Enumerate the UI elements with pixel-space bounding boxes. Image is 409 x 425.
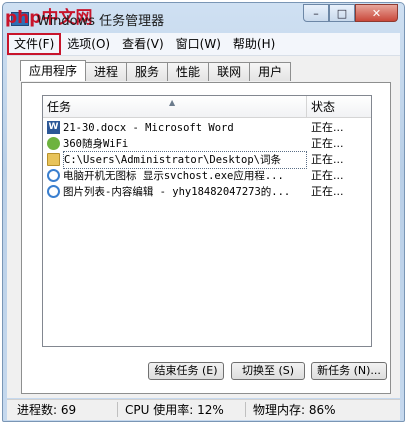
menu-window[interactable]: 窗口(W): [170, 34, 227, 54]
menu-bar: 文件(F) 选项(O) 查看(V) 窗口(W) 帮助(H): [7, 33, 400, 56]
list-header: 任务 ▲ 状态: [43, 96, 371, 118]
list-item[interactable]: 360随身WiFi 正在...: [43, 136, 371, 152]
folder-icon: [47, 153, 60, 166]
column-task[interactable]: 任务 ▲: [43, 96, 307, 117]
ie-icon: [47, 185, 60, 198]
menu-file[interactable]: 文件(F): [7, 33, 62, 55]
end-task-button[interactable]: 结束任务 (E): [148, 362, 224, 380]
tab-strip: 应用程序 进程 服务 性能 联网 用户: [20, 60, 292, 82]
close-button[interactable]: ✕: [355, 4, 398, 22]
status-divider: [245, 402, 246, 417]
menu-options[interactable]: 选项(O): [61, 34, 116, 54]
menu-view[interactable]: 查看(V): [116, 34, 170, 54]
tab-performance[interactable]: 性能: [167, 62, 210, 81]
new-task-button[interactable]: 新任务 (N)...: [311, 362, 387, 380]
tab-services[interactable]: 服务: [126, 62, 169, 81]
task-list[interactable]: 任务 ▲ 状态 W 21-30.docx - Microsoft Word 正在…: [42, 95, 372, 347]
task-status: 正在...: [311, 153, 344, 166]
status-divider: [117, 402, 118, 417]
list-item[interactable]: 图片列表-内容编辑 - yhy18482047273的... 正在...: [43, 184, 371, 200]
list-item[interactable]: C:\Users\Administrator\Desktop\词条 正在...: [43, 151, 371, 169]
caption-buttons: – □ ✕: [303, 4, 398, 23]
action-buttons: 结束任务 (E) 切换至 (S) 新任务 (N)...: [22, 362, 390, 380]
tab-applications[interactable]: 应用程序: [20, 60, 87, 81]
task-status: 正在...: [311, 137, 344, 150]
word-icon: W: [47, 121, 60, 134]
column-task-label: 任务: [47, 100, 72, 114]
ie-icon: [47, 169, 60, 182]
maximize-button[interactable]: □: [329, 4, 355, 22]
column-status[interactable]: 状态: [307, 96, 371, 117]
sort-ascending-icon: ▲: [169, 98, 176, 107]
tab-users[interactable]: 用户: [249, 62, 292, 81]
tab-networking[interactable]: 联网: [208, 62, 251, 81]
list-item[interactable]: 电脑开机无图标 显示svchost.exe应用程... 正在...: [43, 168, 371, 184]
task-manager-window: php中文网 Windows 任务管理器 – □ ✕ 文件(F) 选项(O) 查…: [2, 2, 405, 422]
task-name: 图片列表-内容编辑 - yhy18482047273的...: [63, 186, 291, 198]
window-title: Windows 任务管理器: [37, 14, 165, 29]
cpu-usage: CPU 使用率: 12%: [125, 403, 224, 417]
task-name: 21-30.docx - Microsoft Word: [63, 122, 234, 134]
task-name: 电脑开机无图标 显示svchost.exe应用程...: [63, 170, 284, 182]
tab-processes[interactable]: 进程: [85, 62, 128, 81]
task-status: 正在...: [311, 185, 344, 198]
menu-help[interactable]: 帮助(H): [227, 34, 281, 54]
task-status: 正在...: [311, 169, 344, 182]
list-item[interactable]: W 21-30.docx - Microsoft Word 正在...: [43, 120, 371, 136]
task-name: 360随身WiFi: [63, 138, 129, 150]
wifi-icon: [47, 137, 60, 150]
status-bar: 进程数: 69 CPU 使用率: 12% 物理内存: 86%: [7, 399, 400, 420]
memory-usage: 物理内存: 86%: [253, 403, 336, 417]
applications-panel: 任务 ▲ 状态 W 21-30.docx - Microsoft Word 正在…: [21, 82, 391, 394]
switch-to-button[interactable]: 切换至 (S): [231, 362, 305, 380]
minimize-button[interactable]: –: [303, 4, 329, 22]
title-bar[interactable]: php中文网 Windows 任务管理器 – □ ✕: [3, 3, 404, 33]
task-status: 正在...: [311, 121, 344, 134]
process-count: 进程数: 69: [17, 403, 77, 417]
task-name: C:\Users\Administrator\Desktop\词条: [63, 151, 307, 169]
client-area: 应用程序 进程 服务 性能 联网 用户 任务 ▲ 状态 W 21-30.docx…: [7, 56, 400, 398]
